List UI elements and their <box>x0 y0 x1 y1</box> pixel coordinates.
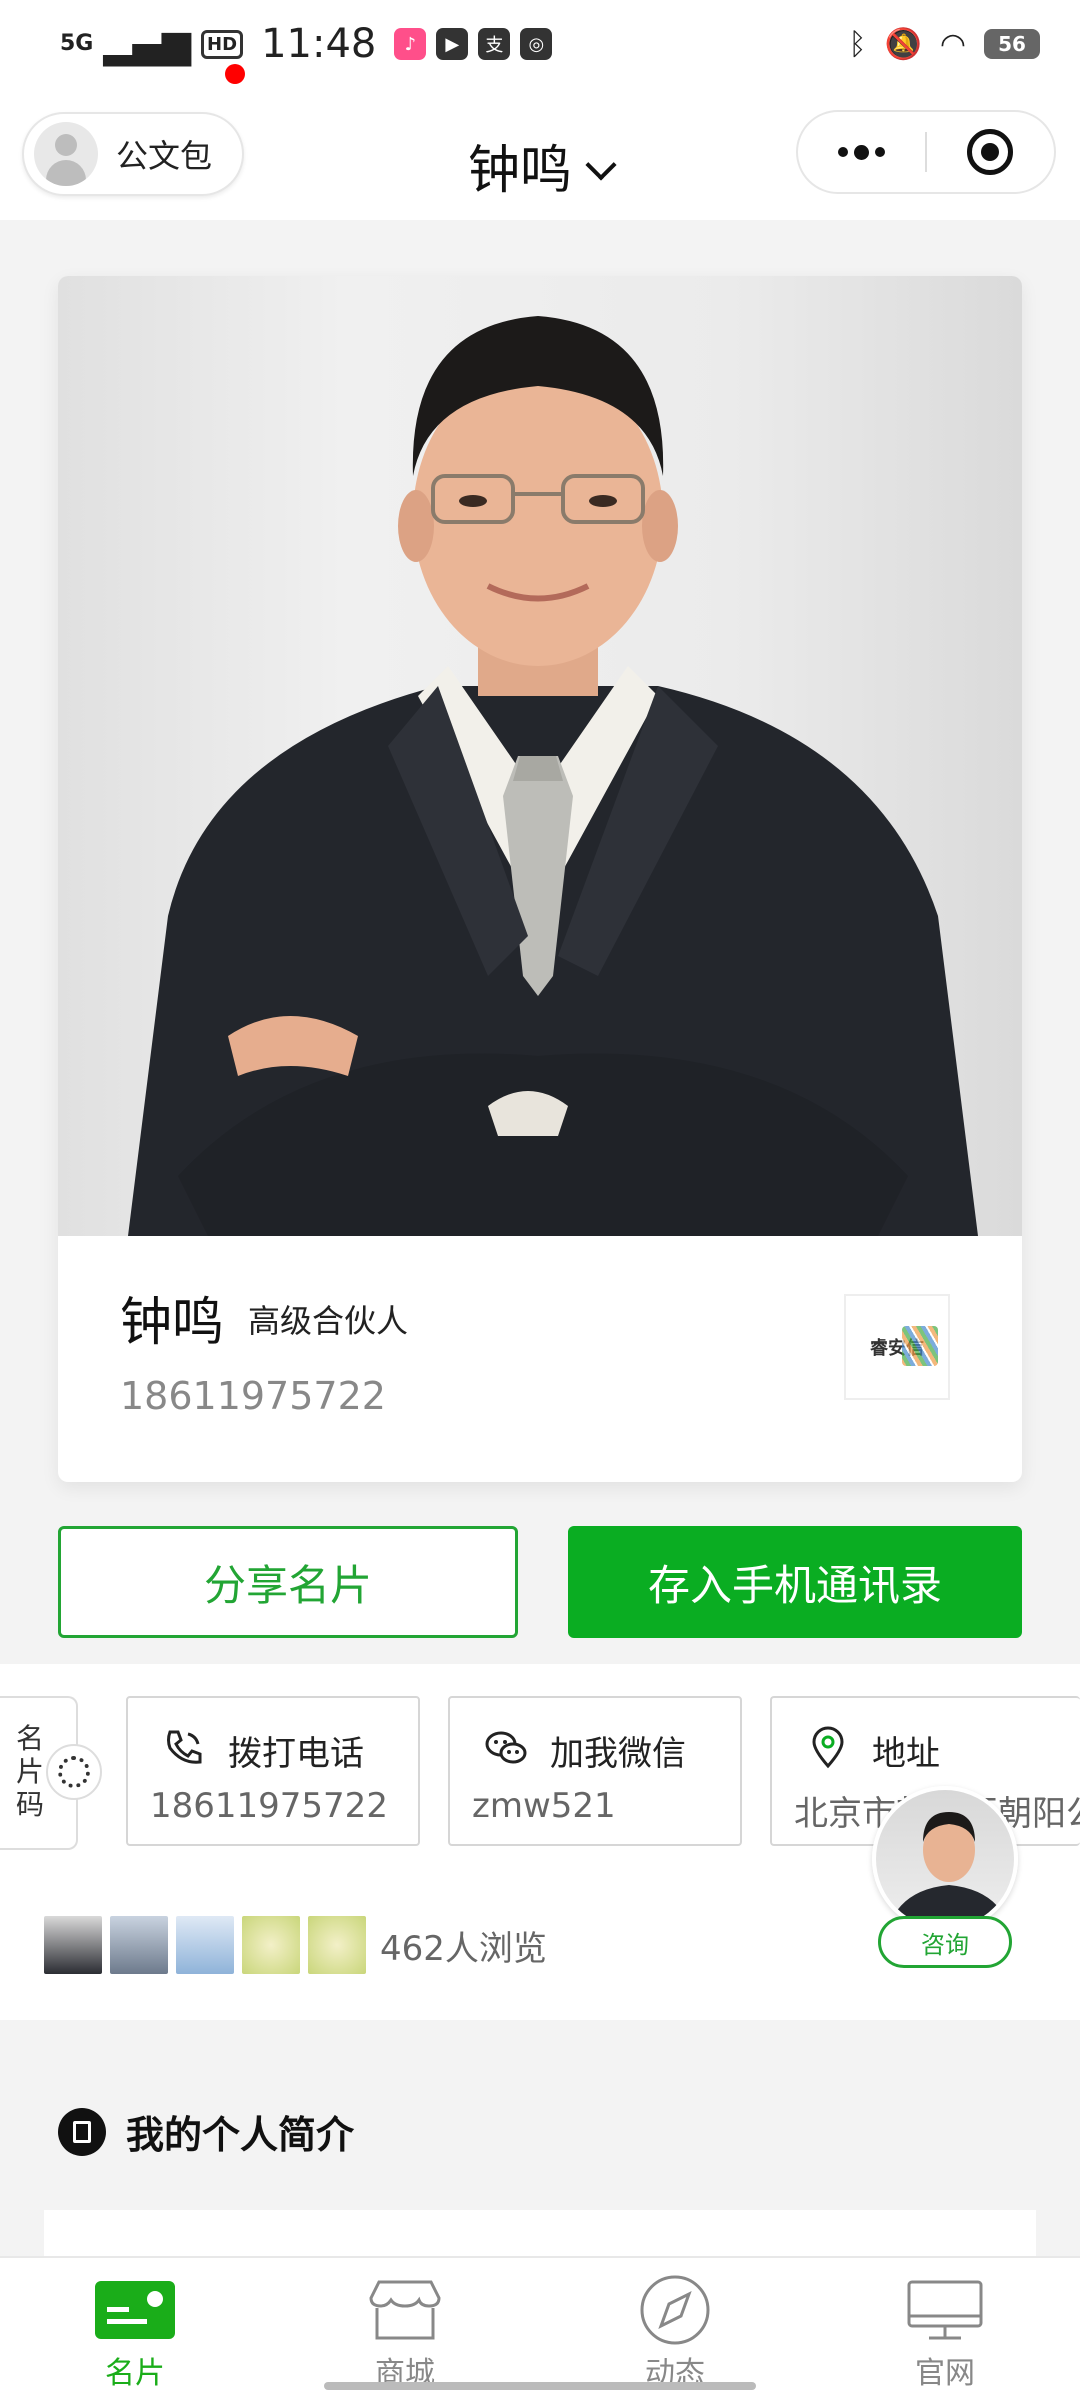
company-logo-mark-icon <box>902 1326 938 1366</box>
tab-moments[interactable]: 动态 <box>540 2258 810 2400</box>
card-job-title: 高级合伙人 <box>248 1302 409 1340</box>
profile-photo[interactable] <box>58 276 1022 1236</box>
viewer-avatar <box>242 1916 300 1974</box>
tab-bar: 名片 商城 动态 官网 <box>0 2256 1080 2400</box>
document-icon <box>58 2107 106 2156</box>
tab-website[interactable]: 官网 <box>810 2258 1080 2400</box>
tab-website-label: 官网 <box>915 2356 975 2391</box>
share-card-button[interactable]: 分享名片 <box>58 1526 518 1638</box>
close-button[interactable] <box>927 129 1054 175</box>
mute-bell-icon: 🔕 <box>884 26 922 62</box>
consult-avatar <box>872 1786 1018 1932</box>
signal-icon: ▂▄▆ <box>103 22 192 66</box>
network-indicator: 5G <box>60 31 94 56</box>
more-button[interactable] <box>798 144 925 160</box>
viewer-avatar <box>308 1916 366 1974</box>
call-phone-value: 18611975722 <box>150 1786 388 1826</box>
location-icon <box>812 1726 844 1769</box>
card-info: 钟鸣 高级合伙人 18611975722 睿安信 <box>58 1236 1022 1482</box>
consult-portrait <box>888 1812 1010 1928</box>
card-phone[interactable]: 18611975722 <box>120 1374 386 1418</box>
compass-icon <box>633 2275 717 2345</box>
save-contact-button[interactable]: 存入手机通讯录 <box>568 1526 1022 1638</box>
address-label: 地址 <box>872 1734 940 1774</box>
page-title-text: 钟鸣 <box>467 141 572 201</box>
consult-button[interactable]: 咨询 <box>878 1916 1012 1968</box>
viewer-avatar <box>176 1916 234 1974</box>
qr-tab-label: 名片码 <box>16 1722 45 1821</box>
bluetooth-icon: ᛒ <box>848 26 867 62</box>
viewer-avatar <box>110 1916 168 1974</box>
add-wechat-box[interactable]: 加我微信 zmw521 <box>448 1696 742 1846</box>
wechat-icon <box>485 1731 527 1764</box>
lala-app-icon: ♪ <box>394 28 427 60</box>
more-dot-icon <box>875 147 885 157</box>
hd-badge: HD <box>201 29 244 59</box>
qr-code-icon[interactable] <box>46 1744 102 1800</box>
chevron-down-icon <box>585 149 617 181</box>
shop-icon <box>363 2278 447 2342</box>
consult-float[interactable]: 咨询 <box>872 1786 1022 1968</box>
status-bar: 5G ▂▄▆ HD 11:48 ♪ ▶ 支 ◎ ᛒ 🔕 ◠ 56 <box>0 0 1080 88</box>
viewer-count: 462人浏览 <box>380 1928 547 1969</box>
capsule-menu <box>796 110 1056 194</box>
intro-heading: 我的个人简介 <box>58 2104 354 2159</box>
card-name: 钟鸣 <box>120 1293 225 1353</box>
more-dot-icon <box>854 144 869 160</box>
intro-title: 我的个人简介 <box>126 2113 355 2157</box>
business-card: 钟鸣 高级合伙人 18611975722 睿安信 <box>58 276 1022 1482</box>
add-wechat-value: zmw521 <box>472 1786 616 1826</box>
call-phone-label: 拨打电话 <box>228 1734 364 1774</box>
company-logo[interactable]: 睿安信 <box>844 1294 950 1400</box>
add-wechat-label: 加我微信 <box>550 1734 686 1774</box>
wifi-icon: ◠ <box>939 26 966 62</box>
portrait-illustration <box>128 316 978 1236</box>
viewers-row[interactable]: 462人浏览 <box>44 1916 547 1974</box>
game-app-icon: ◎ <box>520 28 553 60</box>
status-right: ᛒ 🔕 ◠ 56 <box>848 27 1040 62</box>
viewer-avatar <box>44 1916 102 1974</box>
more-dot-icon <box>838 147 848 157</box>
battery-icon: 56 <box>984 29 1040 59</box>
tab-card-label: 名片 <box>105 2356 165 2391</box>
close-target-icon <box>967 129 1014 175</box>
tab-card[interactable]: 名片 <box>0 2258 270 2400</box>
status-left: 5G ▂▄▆ HD 11:48 ♪ ▶ 支 ◎ <box>60 21 553 67</box>
monitor-icon <box>903 2278 987 2342</box>
play-app-icon: ▶ <box>436 28 469 60</box>
home-indicator[interactable] <box>324 2382 756 2390</box>
card-icon <box>93 2278 177 2342</box>
call-phone-box[interactable]: 拨打电话 18611975722 <box>126 1696 420 1846</box>
status-time: 11:48 <box>261 21 377 67</box>
tab-shop[interactable]: 商城 <box>270 2258 540 2400</box>
notification-dot <box>225 64 245 84</box>
mini-program-navbar: 公文包 钟鸣 <box>0 64 1080 220</box>
phone-icon <box>167 1730 202 1764</box>
alipay-app-icon: 支 <box>478 28 511 60</box>
page: 5G ▂▄▆ HD 11:48 ♪ ▶ 支 ◎ ᛒ 🔕 ◠ 56 公文包 钟鸣 <box>0 0 1080 2400</box>
